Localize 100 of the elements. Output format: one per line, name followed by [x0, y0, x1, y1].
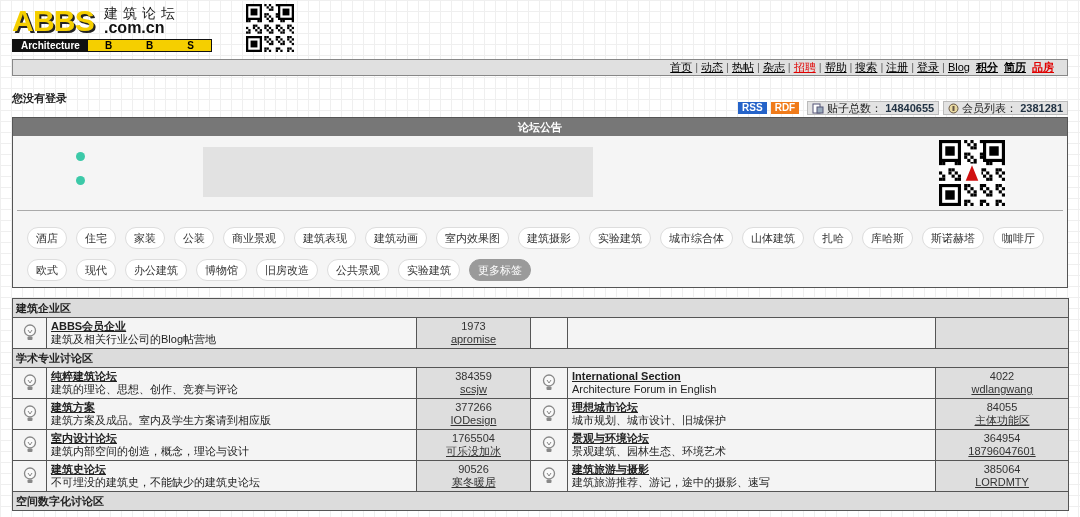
forum-title-link[interactable]: 理想城市论坛 — [572, 401, 638, 413]
last-poster-link[interactable]: 主体功能区 — [974, 414, 1030, 426]
section-header: 空间数字化讨论区 — [16, 494, 104, 507]
post-count: 364954 — [983, 432, 1021, 444]
nav-separator: | — [695, 60, 699, 76]
last-poster-link[interactable]: apromise — [450, 333, 497, 345]
nav-link[interactable]: 帮助 — [824, 59, 847, 76]
document-icon — [812, 102, 825, 114]
tag-chip[interactable]: 欧式 — [27, 259, 67, 281]
forum-description: 建筑方案及成品。室内及学生方案请到相应版 — [51, 414, 271, 426]
post-count: 1973 — [461, 320, 486, 332]
qr-code — [939, 140, 1005, 206]
panel-title: 论坛公告 — [518, 119, 562, 135]
last-poster-link[interactable]: 寒冬暖居 — [451, 476, 496, 488]
nav-separator: | — [911, 60, 915, 76]
nav-separator: | — [726, 60, 729, 76]
tag-chip[interactable]: 室内效果图 — [436, 227, 509, 249]
nav-separator: | — [880, 60, 884, 76]
tag-chip[interactable]: 酒店 — [27, 227, 67, 249]
login-status: 您没有登录 — [12, 92, 67, 104]
lightbulb-icon — [542, 436, 556, 454]
tag-chip[interactable]: 商业景观 — [223, 227, 285, 249]
tag-chip[interactable]: 实验建筑 — [589, 227, 651, 249]
nav-link[interactable]: 动态 — [701, 59, 724, 76]
tag-chip[interactable]: 公共景观 — [327, 259, 389, 281]
nav-separator: | — [942, 60, 945, 76]
forum-description: Architecture Forum in English — [572, 383, 717, 395]
tag-chip[interactable]: 建筑摄影 — [518, 227, 580, 249]
tag-chip[interactable]: 建筑表现 — [294, 227, 356, 249]
lightbulb-icon — [542, 467, 556, 485]
last-poster-link[interactable]: IODesign — [450, 414, 497, 426]
tag-chip[interactable]: 城市综合体 — [660, 227, 733, 249]
tag-chip[interactable]: 现代 — [76, 259, 116, 281]
lightbulb-icon — [22, 405, 37, 423]
forum-title-link[interactable]: 室内设计论坛 — [51, 432, 117, 444]
tag-chip[interactable]: 库哈斯 — [862, 227, 913, 249]
last-poster-link[interactable]: scsjw — [460, 383, 487, 395]
nav-link[interactable]: 首页 — [670, 59, 693, 76]
nav-link[interactable]: 注册 — [886, 59, 909, 76]
tag-chip[interactable]: 住宅 — [76, 227, 116, 249]
nav-link[interactable]: Blog — [947, 59, 970, 76]
post-count: 1765504 — [452, 432, 495, 444]
forum-title-link[interactable]: ABBS会员企业 — [51, 320, 127, 332]
post-count: 384359 — [455, 370, 492, 382]
forum-description: 建筑的理论、思想、创作、竞赛与评论 — [51, 383, 238, 395]
section-header: 学术专业讨论区 — [16, 351, 93, 364]
nav-link[interactable]: 积分 — [976, 59, 998, 76]
tag-chip[interactable]: 斯诺赫塔 — [922, 227, 984, 249]
post-count: 377266 — [455, 401, 492, 413]
forum-title-link[interactable]: International Section — [572, 370, 681, 382]
nav-link[interactable]: 招聘 — [793, 59, 816, 76]
last-poster-link[interactable]: 18796047601 — [968, 445, 1036, 457]
forum-title-link[interactable]: 景观与环境论坛 — [572, 432, 649, 444]
post-count: 4022 — [989, 370, 1015, 382]
tag-chip[interactable]: 家装 — [125, 227, 165, 249]
tag-chip[interactable]: 咖啡厅 — [993, 227, 1044, 249]
forum-title-link[interactable]: 建筑旅游与摄影 — [572, 463, 649, 475]
nav-separator: | — [756, 60, 760, 76]
nav-link[interactable]: 热帖 — [731, 59, 754, 76]
last-poster-link[interactable]: wdlangwang — [971, 383, 1033, 395]
tag-chip[interactable]: 办公建筑 — [125, 259, 187, 281]
post-count: 90526 — [458, 463, 489, 475]
post-count: 84055 — [986, 401, 1018, 413]
rss-badge[interactable]: RSS — [738, 102, 767, 114]
forum-title-link[interactable]: 建筑方案 — [51, 401, 95, 413]
stat-label: 贴子总数： — [827, 100, 883, 116]
section-header: 建筑企业区 — [16, 301, 71, 314]
stat-value: 2381281 — [1020, 100, 1063, 116]
stat-value: 14840655 — [885, 100, 935, 116]
nav-link[interactable]: 登录 — [917, 59, 940, 76]
nav-link[interactable]: 简历 — [1004, 59, 1026, 76]
last-poster-link[interactable]: LORDMTY — [975, 476, 1029, 488]
forum-description: 城市规划、城市设计、旧城保护 — [572, 414, 726, 426]
lightbulb-icon — [22, 436, 37, 454]
nav-link[interactable]: 搜索 — [855, 59, 878, 76]
tag-chip[interactable]: 博物馆 — [196, 259, 247, 281]
post-count: 385064 — [983, 463, 1021, 475]
nav-link[interactable]: 杂志 — [762, 59, 785, 76]
tag-chip[interactable]: 实验建筑 — [398, 259, 460, 281]
lightbulb-icon — [542, 405, 556, 423]
coin-icon — [948, 102, 960, 114]
forum-description: 建筑内部空间的创造，概念，理论与设计 — [51, 445, 249, 457]
qr-code — [246, 4, 294, 52]
forum-title-link[interactable]: 建筑史论坛 — [51, 463, 106, 475]
tag-chip[interactable]: 山体建筑 — [742, 227, 804, 249]
forum-description: 景观建筑、园林生态、环境艺术 — [572, 445, 726, 457]
tag-chip[interactable]: 旧房改造 — [256, 259, 318, 281]
nav-separator: | — [787, 60, 791, 76]
forum-title-link[interactable]: 纯粹建筑论坛 — [51, 370, 117, 382]
nav-separator: | — [818, 60, 822, 76]
lightbulb-icon — [22, 467, 37, 485]
nav-separator: | — [849, 60, 853, 76]
forum-description: 不可埋没的建筑史，不能缺少的建筑史论坛 — [51, 476, 260, 488]
lightbulb-icon — [542, 374, 556, 392]
tag-chip[interactable]: 公装 — [174, 227, 214, 249]
tag-chip[interactable]: 扎哈 — [813, 227, 853, 249]
nav-link[interactable]: 品房 — [1032, 59, 1054, 76]
forum-description: 建筑旅游推荐、游记，途中的摄影、速写 — [572, 476, 770, 488]
last-poster-link[interactable]: 可乐没加冰 — [446, 445, 501, 457]
tag-chip[interactable]: 建筑动画 — [365, 227, 427, 249]
